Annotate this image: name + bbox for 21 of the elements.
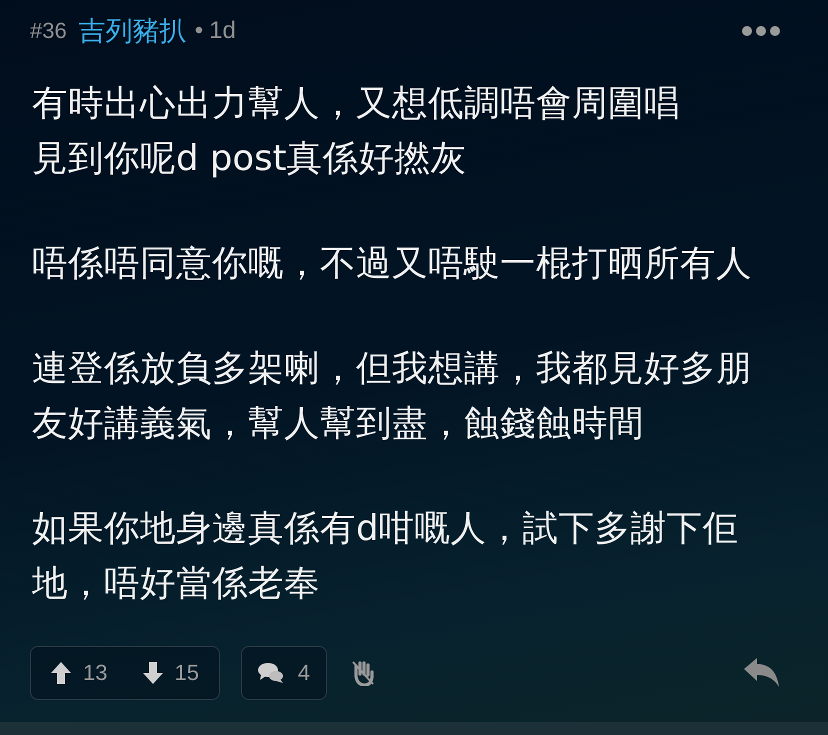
post-number: #36	[30, 18, 67, 44]
hand-icon[interactable]	[351, 660, 375, 686]
post-text: 連登係放負多架喇，但我想講，我都見好多朋	[32, 347, 753, 391]
post-text: 唔係唔同意你嘅，不過又唔駛一棍打晒所有人	[32, 242, 753, 286]
down-arrow-icon[interactable]	[142, 662, 163, 684]
comment-count: 4	[298, 660, 310, 686]
post-text: 見到你呢d post真係好撚灰	[32, 137, 468, 181]
comment-button[interactable]: 4	[241, 646, 327, 700]
post-text: 地，唔好當係老奉	[32, 562, 321, 606]
post-text: 有時出心出力幫人，又想低調唔會周圍唱	[32, 82, 681, 126]
post-text: 如果你地身邊真係有d咁嘅人，試下多謝下佢	[32, 507, 740, 551]
separator-dot: •	[194, 17, 204, 45]
reply-icon[interactable]	[744, 658, 780, 688]
up-arrow-icon[interactable]	[51, 662, 71, 684]
upvote-count: 13	[83, 660, 108, 686]
downvote-count: 15	[174, 660, 199, 686]
post-text: 友好講義氣，幫人幫到盡，蝕錢蝕時間	[32, 402, 645, 446]
post-age: 1d	[209, 17, 236, 45]
author-name[interactable]: 吉列豬扒	[78, 13, 187, 49]
more-icon[interactable]	[742, 26, 780, 36]
speech-bubbles-icon	[258, 662, 284, 684]
